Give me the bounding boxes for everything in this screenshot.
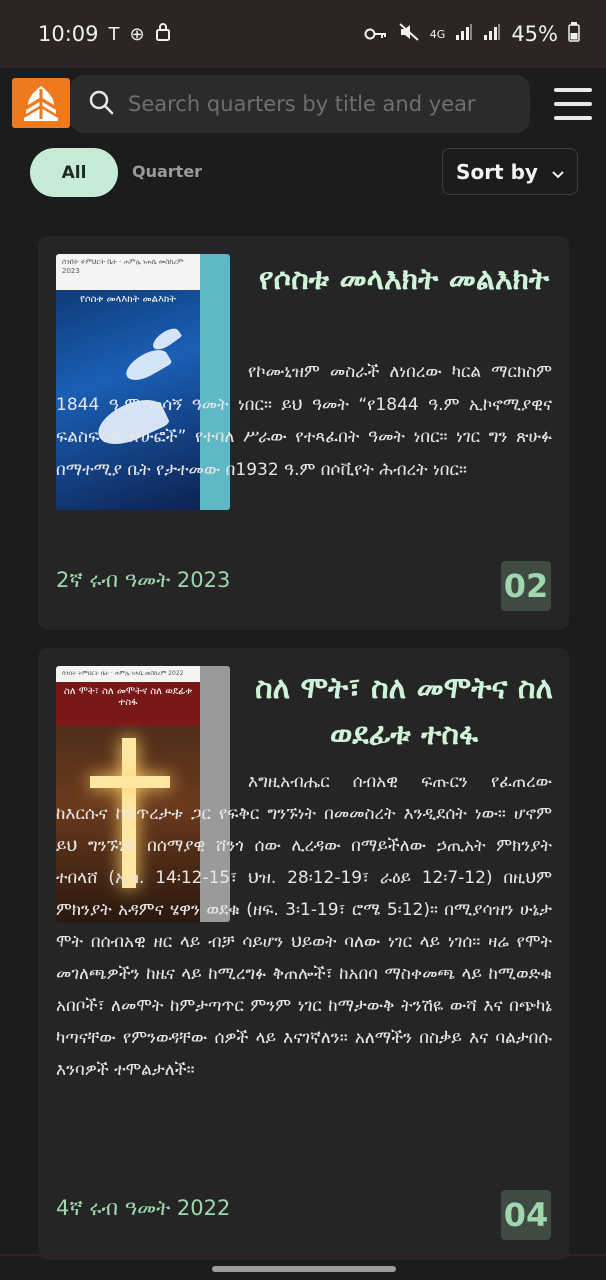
- quarter-description: እግዚአብሔር ሰብአዊ ፍጡርን የፈጠረው ከእርሱና ከፍጥረታቱ ጋር …: [56, 772, 552, 1080]
- notification-plus-icon: ⊕: [129, 23, 145, 45]
- filter-chip-all[interactable]: All: [30, 148, 118, 197]
- sort-by-button[interactable]: Sort by: [442, 148, 578, 195]
- network-4g-icon: 4G: [429, 27, 446, 41]
- chevron-down-icon: [552, 160, 564, 184]
- quarter-title: ስለ ሞት፣ ስለ መሞትና ስለ ወደፊቱ ተስፋ: [254, 671, 554, 752]
- battery-icon: [568, 21, 580, 47]
- cover-header-text: ሰንበት ትምህርት ቤት · ሐምሌ ነሐሴ መስከረም 2023: [56, 254, 200, 290]
- lock-icon: [155, 22, 171, 47]
- clock: 10:09: [38, 22, 99, 46]
- app-header: [0, 68, 606, 142]
- quarter-number-badge: 02: [501, 561, 551, 611]
- search-input[interactable]: [128, 92, 508, 116]
- divider: [0, 1254, 606, 1256]
- home-indicator[interactable]: [212, 1266, 396, 1272]
- notification-t-icon: T: [108, 23, 120, 45]
- quarter-date: 2ኛ ሩብ ዓመት 2023: [56, 568, 231, 592]
- cover-title-text: ስለ ሞት፣ ስለ መሞትና ስለ ወደፊቱ ተስፋ: [56, 682, 200, 726]
- menu-icon[interactable]: [554, 88, 592, 120]
- search-bar[interactable]: [70, 75, 530, 133]
- filter-chip-quarter[interactable]: Quarter: [132, 162, 202, 181]
- key-icon: [364, 22, 388, 46]
- cover-header-text: ሰንበት ትምህርት ቤት · ሐምሌ ነሐሴ መስከረም 2022: [56, 666, 200, 682]
- filter-bar: All Quarter Sort by: [0, 148, 606, 198]
- quarter-number-badge: 04: [501, 1190, 551, 1240]
- sort-by-label: Sort by: [456, 159, 538, 184]
- quarter-card[interactable]: ሰንበት ትምህርት ቤት · ሐምሌ ነሐሴ መስከረም 2023 የሶስቱ …: [38, 236, 569, 630]
- quarter-title: የሶስቱ መላእክት መልእክት: [258, 262, 550, 297]
- mute-icon: [398, 22, 420, 47]
- search-icon: [88, 89, 114, 119]
- sda-logo-icon: [12, 78, 70, 128]
- status-bar: 10:09 T ⊕ 4G 45%: [0, 0, 606, 68]
- quarter-card[interactable]: ሰንበት ትምህርት ቤት · ሐምሌ ነሐሴ መስከረም 2022 ስለ ሞት…: [38, 648, 569, 1260]
- cover-title-text: የሶስቱ መላእክት መልእክት: [79, 294, 177, 305]
- battery-level: 45%: [511, 22, 558, 46]
- quarter-date: 4ኛ ሩብ ዓመት 2022: [56, 1196, 231, 1220]
- quarter-description: የኮሙኒዝም መስራች ለነበረው ካርል ማርክስም 1844 ዓ.ም ወሳኝ…: [56, 362, 552, 480]
- signal-icon: [483, 22, 501, 46]
- signal-icon: [455, 22, 473, 46]
